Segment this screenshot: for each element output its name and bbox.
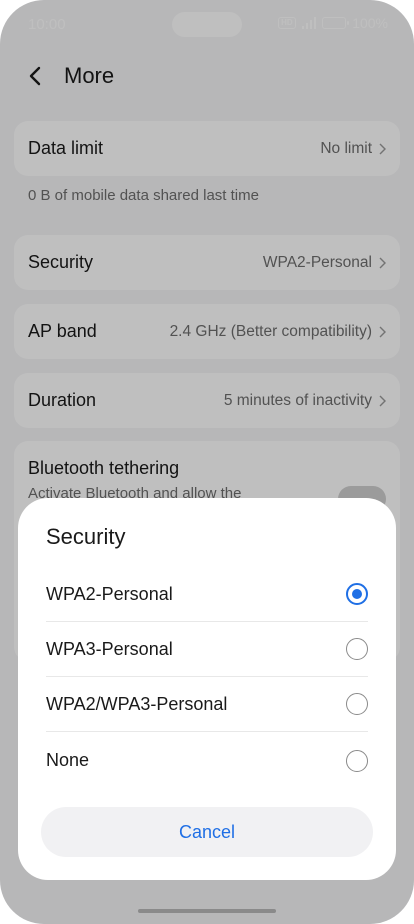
option-label: WPA2/WPA3-Personal <box>46 693 228 714</box>
security-bottom-sheet: Security WPA2-Personal WPA3-Personal WPA… <box>18 498 396 880</box>
radio-selected-icon[interactable] <box>346 583 368 605</box>
home-indicator[interactable] <box>138 909 276 913</box>
cancel-button[interactable]: Cancel <box>41 807 373 857</box>
option-wpa3-personal[interactable]: WPA3-Personal <box>46 622 368 677</box>
radio-unselected-icon[interactable] <box>346 749 368 772</box>
option-label: WPA3-Personal <box>46 638 173 659</box>
option-label: WPA2-Personal <box>46 583 173 604</box>
option-none[interactable]: None <box>46 733 368 788</box>
option-label: None <box>46 750 90 770</box>
radio-unselected-icon[interactable] <box>346 638 368 660</box>
sheet-title: Security <box>46 524 126 549</box>
phone-screen: 10:00 HD 100% More Data limit No limit 0… <box>0 0 414 924</box>
option-wpa2-personal[interactable]: WPA2-Personal <box>46 567 368 622</box>
option-wpa2-wpa3-personal[interactable]: WPA2/WPA3-Personal <box>46 677 368 732</box>
radio-unselected-icon[interactable] <box>346 693 368 715</box>
